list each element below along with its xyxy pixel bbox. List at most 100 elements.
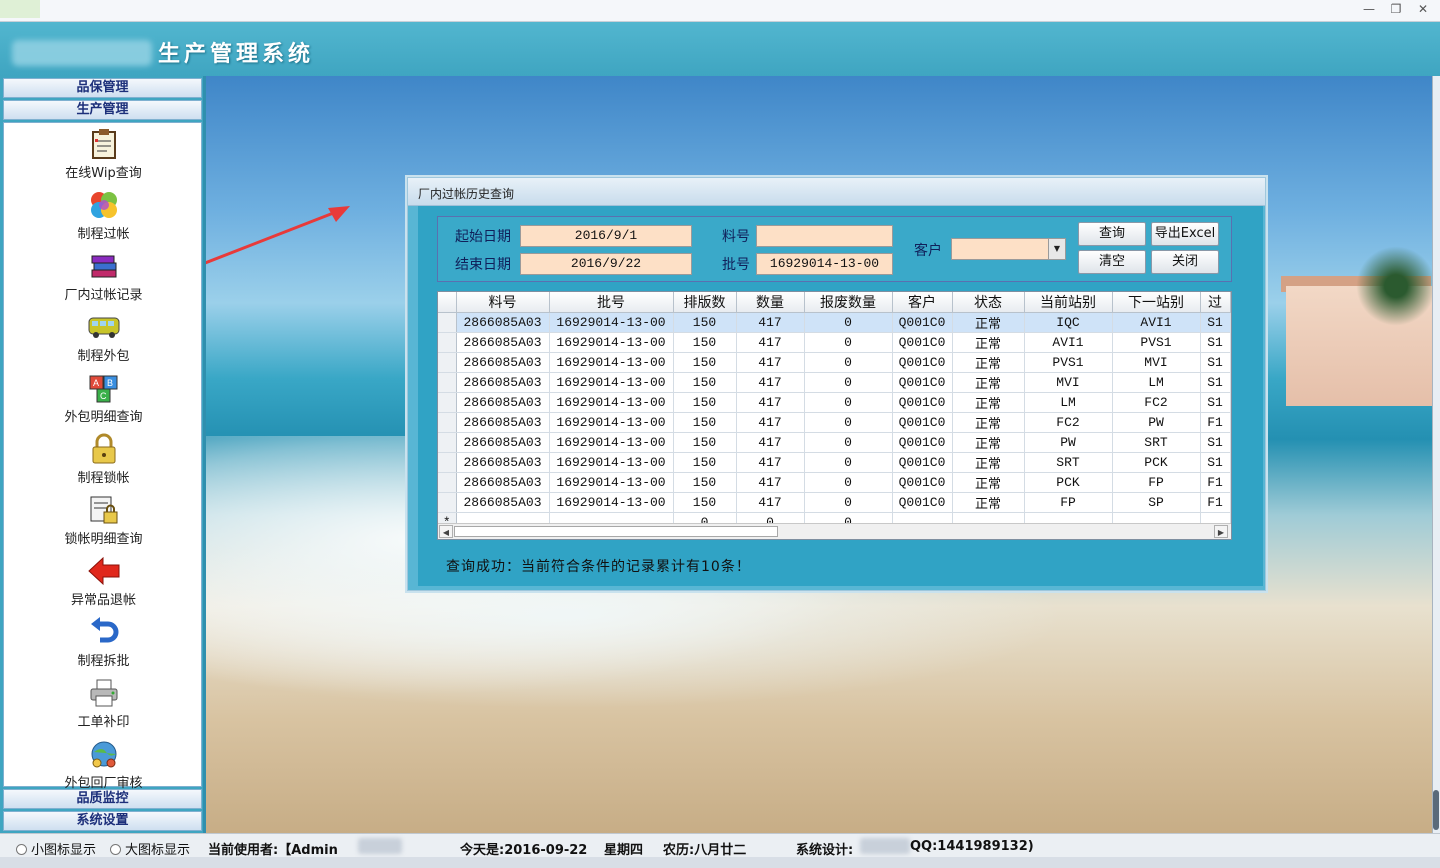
- table-cell[interactable]: Q001C0: [892, 312, 953, 333]
- table-cell[interactable]: S1: [1200, 352, 1231, 373]
- scroll-right-icon[interactable]: ▶: [1214, 525, 1228, 538]
- sidebar-item-process-lock[interactable]: 制程锁帐: [4, 432, 203, 492]
- table-cell[interactable]: 0: [804, 472, 893, 493]
- table-cell[interactable]: 2866085A03: [456, 472, 550, 493]
- close-icon[interactable]: ✕: [1412, 2, 1434, 16]
- table-cell[interactable]: LM: [1024, 392, 1113, 413]
- table-cell[interactable]: Q001C0: [892, 352, 953, 373]
- row-header[interactable]: [438, 472, 457, 493]
- table-cell[interactable]: 150: [673, 412, 737, 433]
- table-cell[interactable]: LM: [1112, 372, 1201, 393]
- scroll-left-icon[interactable]: ◀: [439, 525, 453, 538]
- table-cell[interactable]: 正常: [952, 472, 1025, 493]
- table-cell[interactable]: SRT: [1112, 432, 1201, 453]
- table-cell[interactable]: 正常: [952, 312, 1025, 333]
- table-row[interactable]: 2866085A03 16929014-13-00 150 417 0 Q001C0 正常 L…: [438, 392, 1231, 413]
- table-cell[interactable]: F1: [1200, 412, 1231, 433]
- clear-button[interactable]: 清空: [1078, 250, 1146, 274]
- column-header[interactable]: 下一站别: [1112, 292, 1201, 313]
- row-header[interactable]: [438, 372, 457, 393]
- table-cell[interactable]: 150: [673, 312, 737, 333]
- sidebar-item-outsourcing[interactable]: 制程外包: [4, 310, 203, 370]
- table-cell[interactable]: AVI1: [1112, 312, 1201, 333]
- table-cell[interactable]: PW: [1024, 432, 1113, 453]
- part-number-field[interactable]: [756, 225, 893, 247]
- column-header[interactable]: 过: [1200, 292, 1231, 313]
- table-cell[interactable]: Q001C0: [892, 372, 953, 393]
- table-cell[interactable]: PW: [1112, 412, 1201, 433]
- table-cell[interactable]: 150: [673, 472, 737, 493]
- table-cell[interactable]: 2866085A03: [456, 352, 550, 373]
- table-cell[interactable]: 16929014-13-00: [549, 352, 674, 373]
- table-row[interactable]: 2866085A03 16929014-13-00 150 417 0 Q001C0 正常 F…: [438, 412, 1231, 433]
- table-cell[interactable]: Q001C0: [892, 412, 953, 433]
- sidebar-item-outsourcing-detail-query[interactable]: ABC 外包明细查询: [4, 371, 203, 431]
- table-cell[interactable]: 2866085A03: [456, 392, 550, 413]
- table-cell[interactable]: FC2: [1024, 412, 1113, 433]
- table-cell[interactable]: S1: [1200, 392, 1231, 413]
- right-scrollbar[interactable]: [1432, 76, 1440, 833]
- table-cell[interactable]: FP: [1112, 472, 1201, 493]
- table-cell[interactable]: 正常: [952, 452, 1025, 473]
- table-cell[interactable]: 150: [673, 372, 737, 393]
- table-cell[interactable]: 0: [804, 332, 893, 353]
- table-cell[interactable]: 417: [736, 352, 805, 373]
- table-cell[interactable]: 417: [736, 492, 805, 513]
- sidebar-item-work-order-reprint[interactable]: 工单补印: [4, 676, 203, 736]
- select-all-corner[interactable]: [438, 292, 457, 313]
- query-button[interactable]: 查询: [1078, 222, 1146, 246]
- sidebar-header-quality-monitoring[interactable]: 品质监控: [3, 789, 202, 809]
- sidebar-header-system-settings[interactable]: 系统设置: [3, 811, 202, 831]
- table-cell[interactable]: 16929014-13-00: [549, 412, 674, 433]
- table-cell[interactable]: 150: [673, 492, 737, 513]
- table-cell[interactable]: 417: [736, 312, 805, 333]
- table-cell[interactable]: 16929014-13-00: [549, 452, 674, 473]
- table-cell[interactable]: 2866085A03: [456, 492, 550, 513]
- row-header[interactable]: [438, 412, 457, 433]
- table-row[interactable]: 2866085A03 16929014-13-00 150 417 0 Q001C0 正常 P…: [438, 472, 1231, 493]
- row-header[interactable]: [438, 312, 457, 333]
- end-date-field[interactable]: 2016/9/22: [520, 253, 692, 275]
- table-cell[interactable]: Q001C0: [892, 392, 953, 413]
- table-cell[interactable]: S1: [1200, 432, 1231, 453]
- table-cell[interactable]: 正常: [952, 392, 1025, 413]
- sidebar-header-production[interactable]: 生产管理: [3, 100, 202, 120]
- table-cell[interactable]: FP: [1024, 492, 1113, 513]
- sidebar-item-outsourcing-return-review[interactable]: 外包回厂审核: [4, 737, 203, 797]
- minimize-icon[interactable]: —: [1358, 2, 1380, 16]
- table-cell[interactable]: 正常: [952, 352, 1025, 373]
- table-row[interactable]: 2866085A03 16929014-13-00 150 417 0 Q001C0 正常 P…: [438, 432, 1231, 453]
- table-cell[interactable]: 150: [673, 392, 737, 413]
- table-cell[interactable]: PCK: [1112, 452, 1201, 473]
- table-cell[interactable]: 150: [673, 432, 737, 453]
- table-cell[interactable]: 0: [804, 312, 893, 333]
- horizontal-scroll-thumb[interactable]: [454, 526, 778, 537]
- table-cell[interactable]: 正常: [952, 372, 1025, 393]
- column-header[interactable]: 排版数: [673, 292, 737, 313]
- table-cell[interactable]: PVS1: [1024, 352, 1113, 373]
- sidebar-header-quality-assurance[interactable]: 品保管理: [3, 78, 202, 98]
- table-cell[interactable]: 417: [736, 452, 805, 473]
- table-cell[interactable]: 正常: [952, 492, 1025, 513]
- table-row[interactable]: 2866085A03 16929014-13-00 150 417 0 Q001C0 正常 S…: [438, 452, 1231, 473]
- column-header[interactable]: 批号: [549, 292, 674, 313]
- row-header[interactable]: [438, 332, 457, 353]
- start-date-field[interactable]: 2016/9/1: [520, 225, 692, 247]
- table-cell[interactable]: 417: [736, 392, 805, 413]
- row-header[interactable]: [438, 352, 457, 373]
- table-cell[interactable]: 0: [804, 432, 893, 453]
- row-header[interactable]: [438, 392, 457, 413]
- table-cell[interactable]: S1: [1200, 452, 1231, 473]
- table-row[interactable]: 2866085A03 16929014-13-00 150 417 0 Q001C0 正常 P…: [438, 352, 1231, 373]
- table-cell[interactable]: F1: [1200, 492, 1231, 513]
- restore-icon[interactable]: ❐: [1385, 2, 1407, 16]
- table-cell[interactable]: 16929014-13-00: [549, 472, 674, 493]
- column-header[interactable]: 数量: [736, 292, 805, 313]
- table-cell[interactable]: 0: [804, 412, 893, 433]
- chevron-down-icon[interactable]: ▼: [1048, 239, 1065, 259]
- table-cell[interactable]: 正常: [952, 332, 1025, 353]
- table-cell[interactable]: 0: [804, 352, 893, 373]
- horizontal-scrollbar[interactable]: ◀ ▶: [438, 523, 1231, 539]
- table-cell[interactable]: Q001C0: [892, 432, 953, 453]
- table-cell[interactable]: 16929014-13-00: [549, 392, 674, 413]
